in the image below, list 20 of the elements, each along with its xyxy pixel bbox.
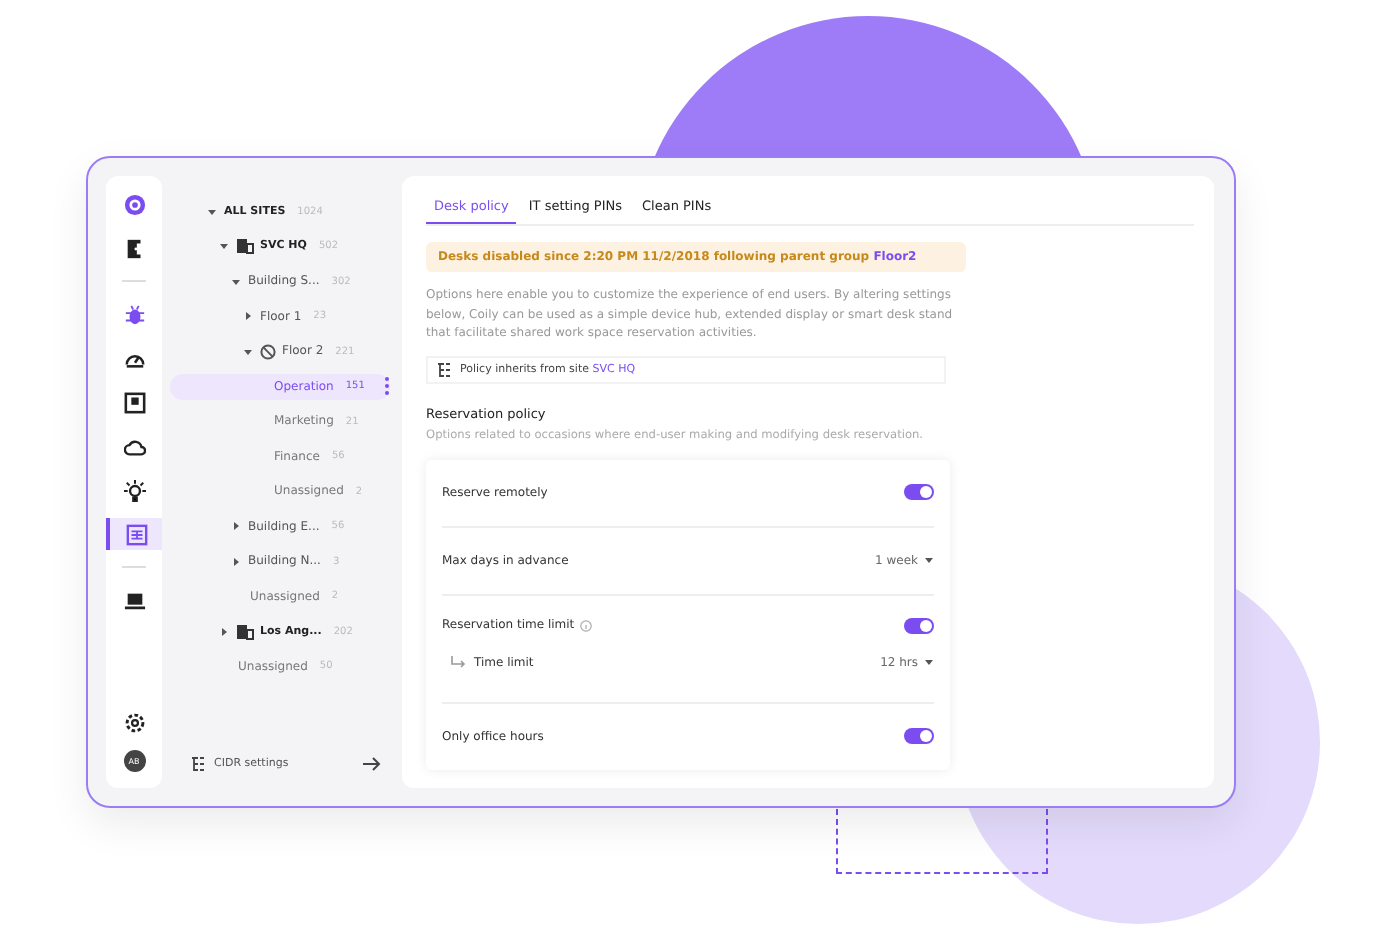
- caret-right-icon[interactable]: [218, 625, 230, 638]
- caret-down-icon[interactable]: [230, 275, 242, 288]
- caret-down-icon[interactable]: [924, 556, 934, 564]
- caret-down-icon[interactable]: [924, 658, 934, 666]
- ban-icon: [260, 343, 276, 360]
- caret-down-icon[interactable]: [218, 240, 230, 253]
- toggle-switch[interactable]: [904, 484, 934, 500]
- hierarchy-icon: [436, 361, 452, 377]
- caret-down-icon[interactable]: [206, 205, 218, 218]
- indent-arrow-icon: [450, 655, 468, 667]
- toggle-switch[interactable]: [904, 728, 934, 744]
- arrow-right-icon[interactable]: [362, 756, 382, 772]
- building-icon: [236, 623, 254, 640]
- building-icon: [236, 238, 254, 255]
- toggle-switch[interactable]: [904, 617, 934, 633]
- caret-right-icon[interactable]: [230, 555, 242, 568]
- caret-right-icon[interactable]: [230, 520, 242, 533]
- caret-right-icon[interactable]: [242, 310, 254, 323]
- grid-icon[interactable]: [106, 518, 162, 550]
- hierarchy-icon: [190, 756, 206, 772]
